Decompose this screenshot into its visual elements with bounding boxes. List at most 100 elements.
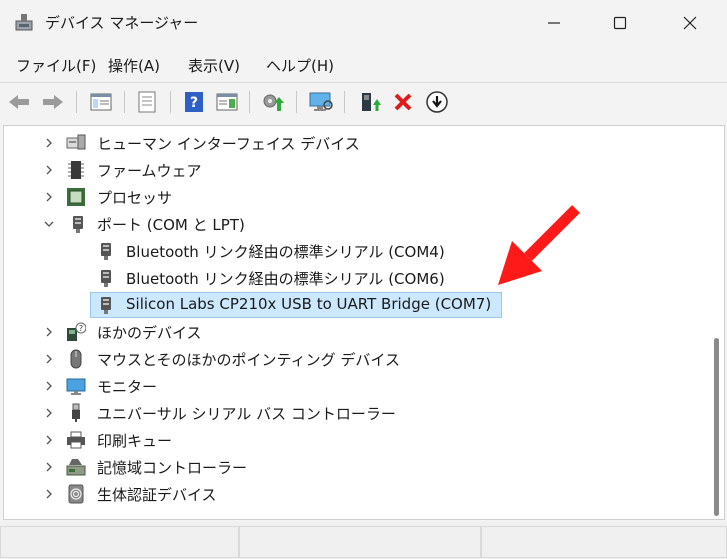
list-icon [138, 91, 156, 113]
scan-hardware-icon [309, 92, 333, 111]
tree-item-label: Silicon Labs CP210x USB to UART Bridge (… [126, 295, 492, 313]
chevron-right-icon[interactable] [44, 408, 54, 418]
tree-item-com7[interactable]: Silicon Labs CP210x USB to UART Bridge (… [4, 292, 704, 318]
toolbar: ? [0, 82, 727, 121]
status-cell [0, 526, 239, 558]
tree-item-com4[interactable]: Bluetooth リンク経由の標準シリアル (COM4) [4, 238, 704, 264]
tree-item-label: 生体認証デバイス [97, 486, 217, 504]
vertical-scrollbar[interactable] [709, 126, 723, 519]
list-view-button[interactable] [134, 89, 160, 115]
chevron-right-icon[interactable] [44, 138, 54, 148]
tree-item-print-queue[interactable]: 印刷キュー [4, 427, 704, 453]
toolbar-separator [344, 91, 345, 113]
tree-item-ports[interactable]: ポート (COM と LPT) [4, 211, 704, 237]
chevron-right-icon[interactable] [44, 354, 54, 364]
usb-icon [72, 403, 80, 422]
tree-item-processor[interactable]: プロセッサ [4, 184, 704, 210]
tree-item-label: 印刷キュー [97, 432, 173, 450]
chevron-right-icon[interactable] [44, 327, 54, 337]
maximize-icon [613, 16, 627, 30]
tree-item-label: ポート (COM と LPT) [97, 216, 245, 234]
help-button[interactable]: ? [181, 89, 207, 115]
tree-item-label: ほかのデバイス [97, 324, 202, 342]
maximize-button[interactable] [590, 0, 650, 46]
tree-item-label: Bluetooth リンク経由の標準シリアル (COM6) [126, 270, 445, 288]
details-icon [216, 93, 238, 111]
back-button[interactable] [6, 89, 32, 115]
svg-text:?: ? [190, 95, 198, 111]
forward-button[interactable] [40, 89, 66, 115]
chevron-down-icon[interactable] [44, 219, 54, 229]
port-icon [101, 270, 111, 287]
menu-action[interactable]: 操作(A) [108, 55, 160, 76]
tree-item-biometric[interactable]: 生体認証デバイス [4, 481, 704, 507]
mouse-icon [70, 349, 82, 369]
status-cell [239, 526, 481, 558]
tree-item-firmware[interactable]: ファームウェア [4, 157, 704, 183]
help-icon: ? [185, 92, 203, 112]
enable-device-button[interactable] [358, 89, 384, 115]
tree-item-hid[interactable]: ヒューマン インターフェイス デバイス [4, 130, 704, 156]
storage-icon [66, 459, 86, 476]
menu-file[interactable]: ファイル(F) [16, 55, 96, 76]
window-title: デバイス マネージャー [45, 14, 199, 32]
toolbar-separator [170, 91, 171, 113]
toolbar-separator [76, 91, 77, 113]
annotation-arrow-icon [498, 205, 580, 285]
update-driver-icon [263, 94, 284, 111]
hid-icon [66, 134, 86, 150]
disable-device-icon [426, 91, 448, 113]
device-tree[interactable]: ヒューマン インターフェイス デバイス ファームウェア プロセッサ ポート (C… [3, 125, 725, 520]
tree-item-mouse[interactable]: マウスとそのほかのポインティング デバイス [4, 346, 704, 372]
back-icon [9, 95, 29, 109]
chevron-right-icon[interactable] [44, 489, 54, 499]
status-cell [481, 526, 727, 558]
tree-item-monitor[interactable]: モニター [4, 373, 704, 399]
chevron-right-icon[interactable] [44, 381, 54, 391]
tree-item-label: ユニバーサル シリアル バス コントローラー [97, 405, 396, 423]
tree-item-label: Bluetooth リンク経由の標準シリアル (COM4) [126, 243, 445, 261]
show-hide-tree-button[interactable] [88, 89, 114, 115]
uninstall-button[interactable] [390, 89, 416, 115]
tree-item-label: プロセッサ [97, 189, 173, 207]
chevron-right-icon[interactable] [44, 435, 54, 445]
status-bar [0, 522, 727, 559]
scan-hardware-button[interactable] [308, 89, 334, 115]
firmware-icon [68, 161, 84, 179]
tree-item-label: ファームウェア [97, 162, 202, 180]
unknown-device-icon: ? [67, 322, 86, 341]
tree-item-label: マウスとそのほかのポインティング デバイス [97, 351, 400, 369]
port-icon [101, 297, 111, 314]
toolbar-separator [249, 91, 250, 113]
biometric-icon [68, 484, 84, 504]
toolbar-separator [296, 91, 297, 113]
chevron-right-icon[interactable] [44, 192, 54, 202]
menu-bar: ファイル(F) 操作(A) 表示(V) ヘルプ(H) [0, 50, 727, 80]
toolbar-separator [124, 91, 125, 113]
close-icon [683, 16, 697, 30]
minimize-button[interactable] [524, 0, 584, 46]
enable-device-icon [362, 93, 381, 111]
tree-item-label: 記憶域コントローラー [97, 459, 248, 477]
title-bar: デバイス マネージャー [0, 0, 727, 46]
tree-item-usb[interactable]: ユニバーサル シリアル バス コントローラー [4, 400, 704, 426]
tree-item-storage[interactable]: 記憶域コントローラー [4, 454, 704, 480]
processor-icon [67, 188, 85, 206]
forward-icon [43, 95, 63, 109]
menu-view[interactable]: 表示(V) [188, 55, 240, 76]
chevron-right-icon[interactable] [44, 462, 54, 472]
chevron-right-icon[interactable] [44, 165, 54, 175]
tree-item-label: モニター [97, 378, 158, 396]
update-driver-button[interactable] [260, 89, 286, 115]
device-manager-icon [15, 14, 33, 31]
disable-device-button[interactable] [424, 89, 450, 115]
properties-icon [90, 93, 112, 111]
tree-item-other-devices[interactable]: ? ほかのデバイス [4, 319, 704, 345]
details-button[interactable] [214, 89, 240, 115]
minimize-icon [548, 22, 560, 24]
menu-help[interactable]: ヘルプ(H) [266, 55, 334, 76]
scrollbar-thumb[interactable] [714, 338, 719, 516]
close-button[interactable] [660, 0, 720, 46]
tree-item-label: ヒューマン インターフェイス デバイス [97, 135, 360, 153]
tree-item-com6[interactable]: Bluetooth リンク経由の標準シリアル (COM6) [4, 265, 704, 291]
